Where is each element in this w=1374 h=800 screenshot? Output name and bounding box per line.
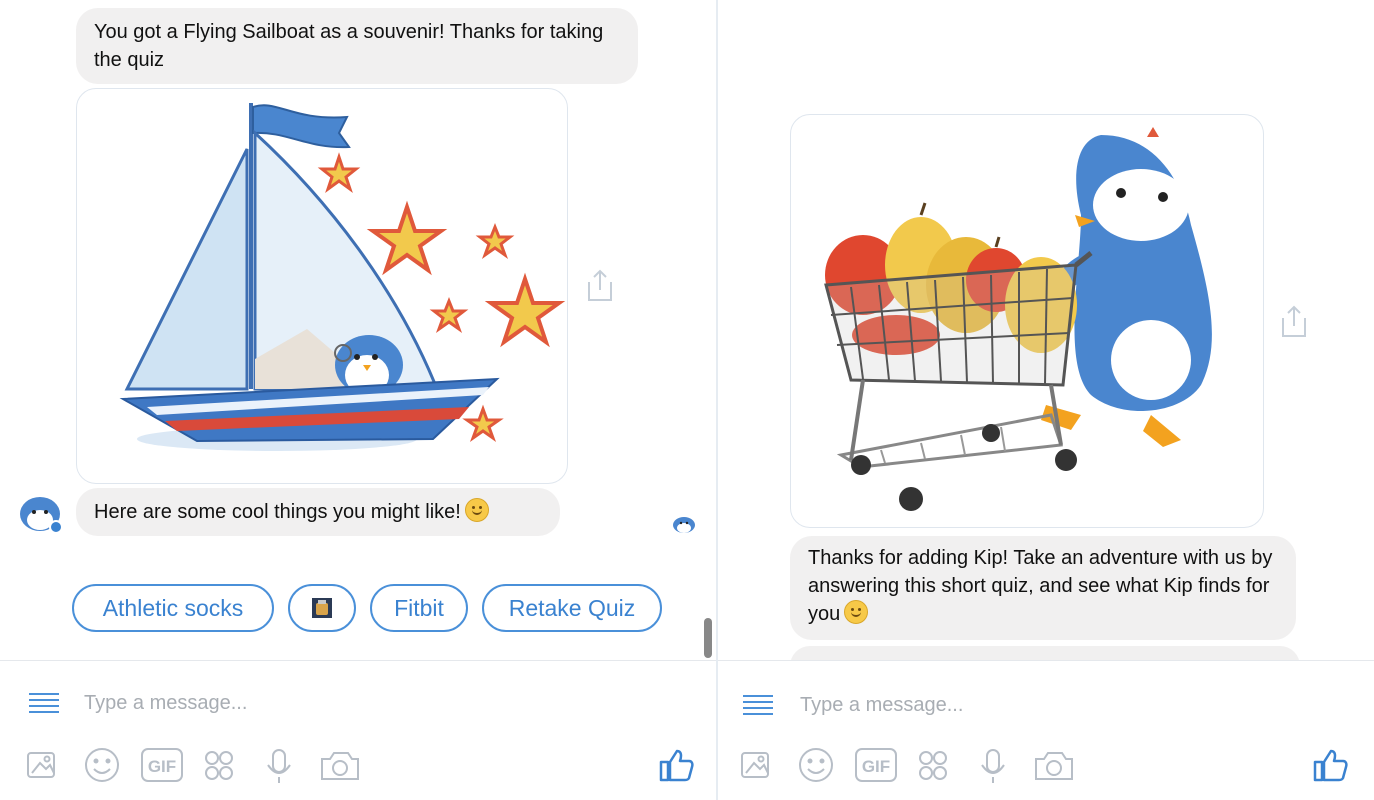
- kip-shopping-image[interactable]: [790, 114, 1264, 528]
- microphone-icon[interactable]: [981, 749, 1005, 783]
- thumbs-up-icon[interactable]: [1312, 747, 1348, 788]
- share-icon[interactable]: [1280, 304, 1308, 343]
- penguin-read-receipt-icon: [673, 517, 695, 533]
- smiley-emoji-icon: [844, 600, 869, 624]
- message-input[interactable]: Type a message...: [800, 694, 963, 717]
- penguin-avatar-icon: [20, 497, 63, 534]
- gif-icon[interactable]: GIF: [141, 748, 183, 782]
- message-bubble: Here are some cool things you might like…: [76, 488, 560, 536]
- thumbs-up-icon[interactable]: [658, 747, 694, 788]
- sailboat-image[interactable]: [76, 88, 568, 484]
- camera-icon[interactable]: [1035, 752, 1073, 780]
- share-icon[interactable]: [586, 268, 614, 307]
- photo-icon[interactable]: [27, 752, 55, 778]
- sailboat-illustration: [119, 103, 566, 451]
- penguin-shopping-cart-illustration: [824, 127, 1212, 511]
- message-input[interactable]: Type a message...: [84, 692, 247, 715]
- message-bubble: You got a Flying Sailboat as a souvenir!…: [76, 8, 638, 84]
- quick-reply-label: Fitbit: [394, 594, 444, 621]
- quick-reply-label: Retake Quiz: [508, 594, 636, 621]
- menu-icon[interactable]: [28, 691, 60, 720]
- camera-icon[interactable]: [321, 752, 359, 780]
- emoji-icon[interactable]: [85, 748, 119, 782]
- message-composer: Type a message... GIF: [0, 660, 716, 800]
- message-bubble: Thanks for adding Kip! Take an adventure…: [790, 536, 1296, 640]
- gif-icon[interactable]: GIF: [855, 748, 897, 782]
- svg-text:GIF: GIF: [862, 757, 890, 776]
- message-text: You got a Flying Sailboat as a souvenir!…: [94, 21, 604, 71]
- sticker-icon[interactable]: [205, 751, 233, 780]
- emoji-icon[interactable]: [799, 748, 833, 782]
- message-text: Here are some cool things you might like…: [94, 501, 461, 523]
- smiley-emoji-icon: [464, 498, 489, 522]
- quick-reply-retake-quiz[interactable]: Retake Quiz: [482, 584, 662, 632]
- quick-reply-image[interactable]: [288, 584, 356, 632]
- product-thumbnail-icon: [312, 598, 332, 618]
- left-chat-pane: You got a Flying Sailboat as a souvenir!…: [0, 0, 716, 800]
- message-text: Thanks for adding Kip! Take an adventure…: [808, 547, 1273, 625]
- message-composer: Type a message... GIF: [718, 660, 1374, 800]
- scrollbar-thumb[interactable]: [704, 618, 712, 658]
- sticker-icon[interactable]: [919, 751, 947, 780]
- composer-toolbar: GIF: [24, 747, 364, 792]
- svg-text:GIF: GIF: [148, 757, 176, 776]
- read-receipt-avatar: [672, 514, 696, 539]
- composer-toolbar: GIF: [738, 747, 1078, 792]
- right-chat-pane: Thanks for adding Kip! Take an adventure…: [718, 0, 1374, 800]
- microphone-icon[interactable]: [267, 749, 291, 783]
- quick-reply-label: Athletic socks: [102, 594, 244, 621]
- quick-reply-athletic-socks[interactable]: Athletic socks: [72, 584, 274, 632]
- bot-avatar[interactable]: [18, 494, 63, 534]
- photo-icon[interactable]: [741, 752, 769, 778]
- quick-reply-fitbit[interactable]: Fitbit: [370, 584, 468, 632]
- menu-icon[interactable]: [742, 693, 774, 722]
